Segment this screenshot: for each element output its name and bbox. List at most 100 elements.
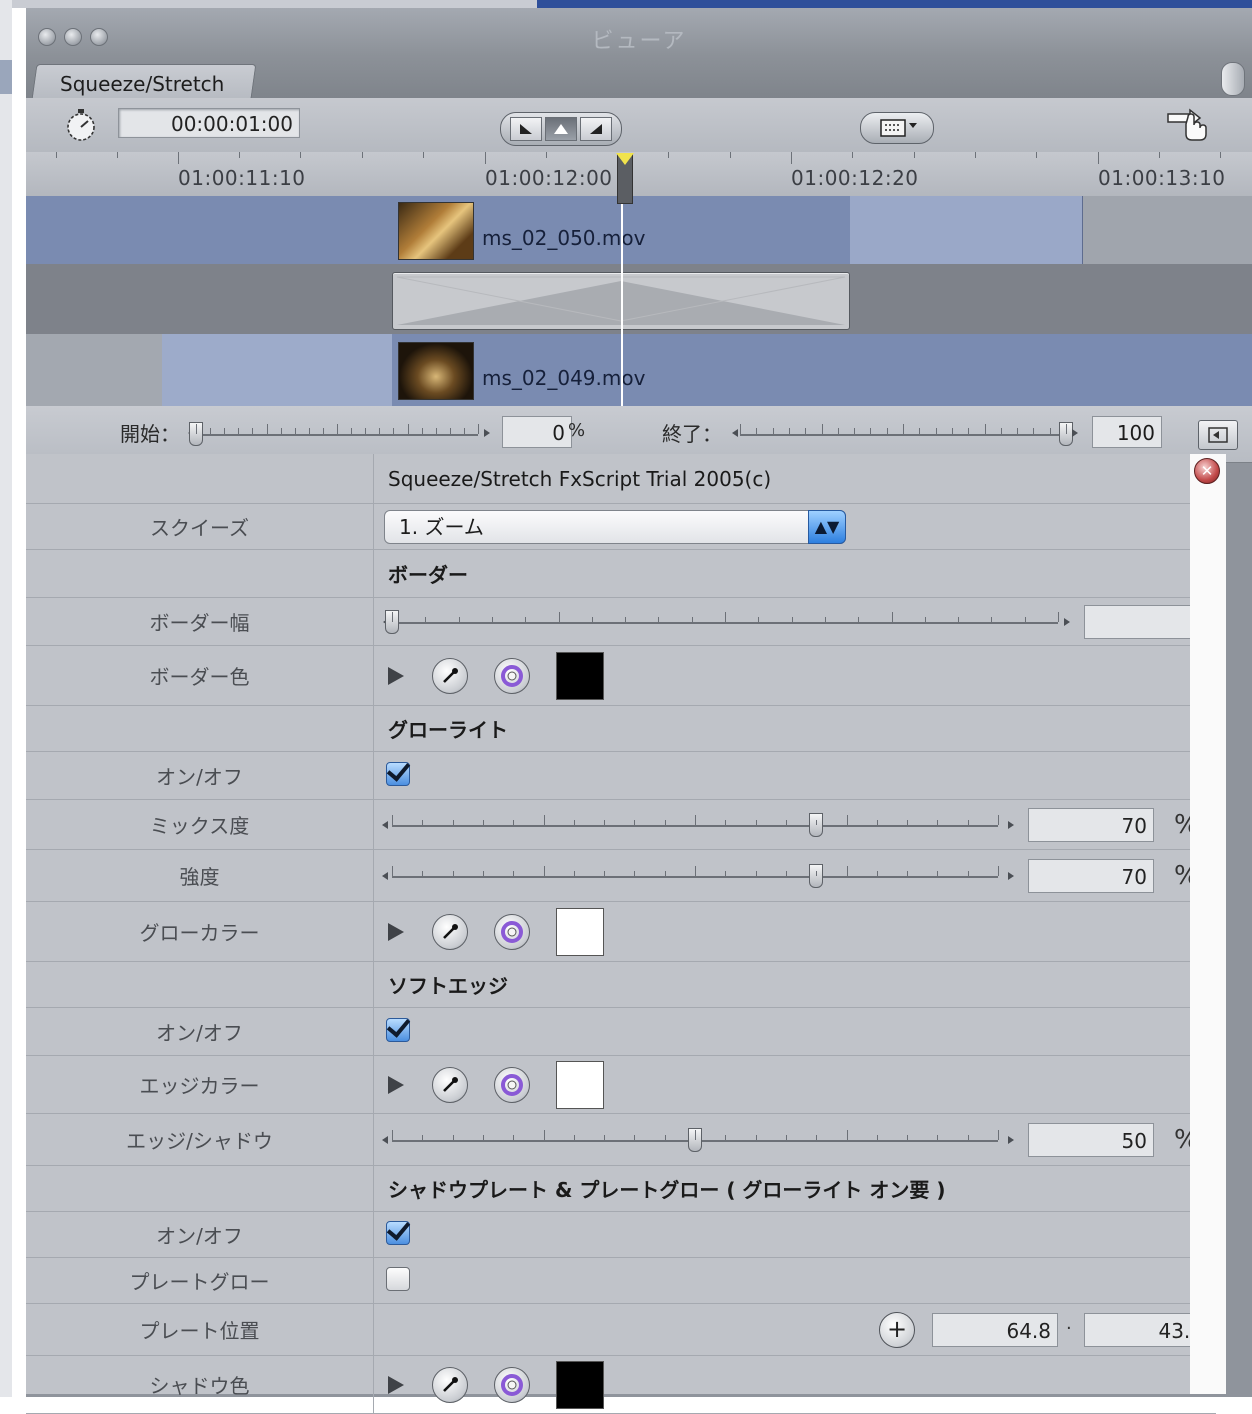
- slider-tick: [573, 1134, 575, 1140]
- slider-tick: [452, 819, 454, 825]
- soft-onoff-checkbox[interactable]: [386, 1017, 410, 1042]
- outgoing-clip-handle[interactable]: [850, 196, 1083, 264]
- edge-color-picker-button[interactable]: [494, 1066, 530, 1103]
- end-slider[interactable]: [740, 434, 1066, 436]
- shadow-color-picker-button[interactable]: [494, 1366, 530, 1403]
- intensity-increase-arrow[interactable]: [1008, 871, 1014, 880]
- border-color-eyedropper-button[interactable]: [432, 657, 468, 694]
- slider-tick: [816, 819, 818, 825]
- color-wheel-icon: [501, 920, 523, 943]
- edge-shadow-decrease-arrow[interactable]: [382, 1135, 388, 1144]
- shadow-color-disclosure-icon[interactable]: [388, 1375, 404, 1394]
- intensity-slider-thumb[interactable]: [809, 863, 824, 888]
- duration-field[interactable]: 00:00:01:00: [118, 108, 300, 138]
- slider-tick: [967, 1134, 969, 1140]
- desktop-top-edge: [12, 0, 1252, 8]
- ruler-tick: [791, 152, 792, 164]
- border-width-increase-arrow[interactable]: [1064, 617, 1070, 626]
- mix-decrease-arrow[interactable]: [382, 820, 388, 829]
- soft-onoff-label: オン/オフ: [26, 1008, 374, 1055]
- squeeze-popup[interactable]: 1. ズーム ▲▼: [384, 509, 846, 544]
- soft-edge-header: ソフトエッジ: [388, 974, 508, 998]
- reverse-transition-button[interactable]: [1198, 420, 1238, 450]
- glow-color-swatch[interactable]: [556, 907, 604, 956]
- end-value-field[interactable]: 100: [1092, 416, 1162, 448]
- slider-tick: [266, 424, 268, 434]
- mix-slider-thumb[interactable]: [809, 812, 824, 837]
- end-decrease-arrow[interactable]: [732, 429, 738, 437]
- playhead-handle[interactable]: [616, 153, 634, 204]
- edge-shadow-increase-arrow[interactable]: [1008, 1135, 1014, 1144]
- slider-tick: [1066, 424, 1067, 434]
- slider-tick: [604, 870, 606, 876]
- border-color-disclosure-icon[interactable]: [388, 666, 404, 685]
- intensity-slider[interactable]: [392, 863, 999, 888]
- incoming-clip-thumbnail: [398, 342, 474, 400]
- slider-tick: [846, 1129, 848, 1140]
- edge-shadow-field[interactable]: 50: [1028, 1122, 1154, 1157]
- mix-field[interactable]: 70: [1028, 807, 1154, 842]
- slider-tick: [967, 870, 969, 876]
- start-value-field[interactable]: 0: [502, 416, 572, 448]
- timeline-ruler[interactable]: 01:00:11:10 01:00:12:00 01:00:12:20 01:0…: [26, 152, 1252, 197]
- slider-tick: [998, 865, 999, 876]
- glow-header: グローライト: [388, 718, 508, 742]
- ruler-tick: [300, 152, 301, 158]
- glow-onoff-checkbox[interactable]: [386, 761, 410, 786]
- slider-tick: [891, 611, 893, 622]
- close-filter-button[interactable]: ✕: [1194, 458, 1220, 484]
- mix-label: ミックス度: [26, 800, 374, 849]
- ruler-tick: [239, 152, 240, 158]
- slider-tick: [788, 428, 790, 434]
- end-increase-arrow[interactable]: [1072, 429, 1078, 437]
- slider-tick: [725, 1134, 727, 1140]
- hand-pointer-icon[interactable]: [1164, 108, 1210, 144]
- incoming-clip-handle[interactable]: [162, 334, 392, 406]
- glow-color-disclosure-icon[interactable]: [388, 922, 404, 941]
- stopwatch-icon: [67, 109, 95, 141]
- align-end-button[interactable]: [580, 117, 612, 141]
- glow-color-eyedropper-button[interactable]: [432, 913, 468, 950]
- parameters-scroll-area[interactable]: [1190, 454, 1226, 1394]
- intensity-decrease-arrow[interactable]: [382, 871, 388, 880]
- title-bar[interactable]: ビューア: [26, 8, 1252, 57]
- plate-position-x-field[interactable]: 64.8: [932, 1312, 1058, 1347]
- param-row-edge-shadow: エッジ/シャドウ 50 %: [26, 1114, 1216, 1166]
- glow-onoff-label: オン/オフ: [26, 752, 374, 799]
- edge-shadow-slider[interactable]: [392, 1127, 999, 1152]
- glow-color-picker-button[interactable]: [494, 913, 530, 950]
- plate-onoff-checkbox[interactable]: [386, 1220, 410, 1245]
- slider-tick: [785, 870, 787, 876]
- slider-tick: [664, 1134, 666, 1140]
- edge-color-disclosure-icon[interactable]: [388, 1075, 404, 1094]
- ruler-tick: [730, 152, 731, 158]
- intensity-field[interactable]: 70: [1028, 858, 1154, 893]
- plate-glow-checkbox[interactable]: [386, 1266, 410, 1291]
- shadow-color-eyedropper-button[interactable]: [432, 1366, 468, 1403]
- edge-color-swatch[interactable]: [556, 1060, 604, 1109]
- border-color-swatch[interactable]: [556, 651, 604, 700]
- desktop-left-strip: [0, 60, 12, 94]
- border-width-slider[interactable]: [385, 609, 1059, 634]
- eyedropper-icon: [443, 1376, 458, 1392]
- slider-tick: [876, 870, 878, 876]
- tab-row-scroll-knob[interactable]: [1221, 62, 1245, 96]
- mix-slider[interactable]: [392, 812, 999, 837]
- align-start-button[interactable]: [510, 117, 542, 141]
- desktop-left-edge: [0, 0, 12, 1397]
- slider-tick: [755, 870, 757, 876]
- shadow-color-swatch[interactable]: [556, 1360, 604, 1409]
- mix-increase-arrow[interactable]: [1008, 820, 1014, 829]
- edge-color-eyedropper-button[interactable]: [432, 1066, 468, 1103]
- start-slider[interactable]: [196, 434, 478, 436]
- filter-title: Squeeze/Stretch FxScript Trial 2005(c): [388, 466, 772, 491]
- ruler-tick: [1220, 152, 1221, 158]
- start-increase-arrow[interactable]: [484, 429, 490, 437]
- border-color-picker-button[interactable]: [494, 657, 530, 694]
- align-center-button[interactable]: [545, 117, 577, 141]
- slider-tick: [322, 428, 324, 434]
- plate-position-crosshair-button[interactable]: +: [879, 1311, 915, 1348]
- view-options-menu[interactable]: [860, 112, 934, 144]
- slider-tick: [870, 428, 872, 434]
- slider-tick: [224, 428, 226, 434]
